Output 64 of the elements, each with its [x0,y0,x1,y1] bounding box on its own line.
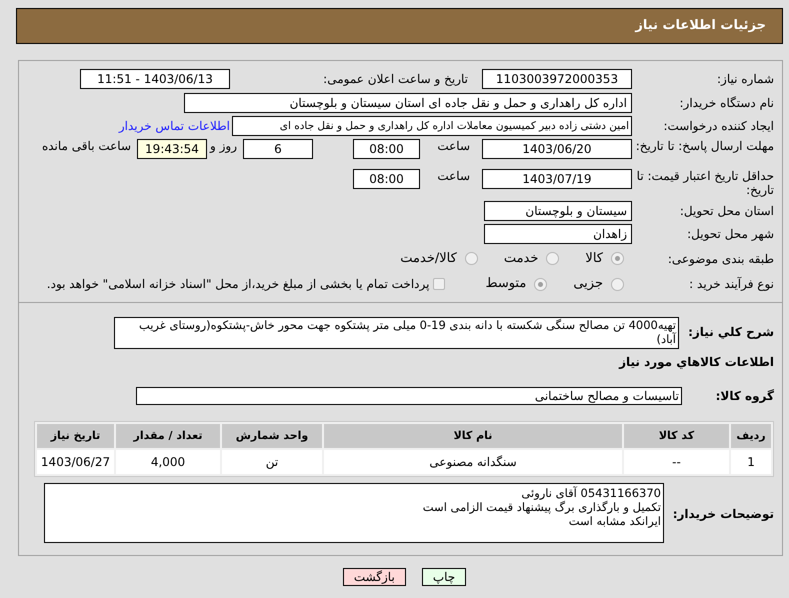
validity-time-field: 08:00 [353,169,420,189]
table-cell: تن [222,450,322,474]
description-field[interactable]: تهیه4000 تن مصالح سنگی شکسته با دانه بندی 19-0 میلی متر پشتکوه جهت محور خاش-پشتکوه(روستای غریب آباد) [114,317,679,349]
notes-line: تکمیل و بارگذاری برگ پیشنهاد قیمت الزامی است [422,500,661,514]
need-number-field: 1103003972000353 [482,69,632,89]
radio-button[interactable] [611,278,624,290]
field-label: توضیحات خریدار: [672,506,774,523]
radio-button[interactable] [611,252,624,265]
table-cell: 1 [731,450,771,474]
buyer-org-field: اداره کل راهداری و حمل و نقل جاده ای استان سیستان و بلوچستان [184,93,632,113]
column-header: واحد شمارش [222,424,322,448]
field-label: ساعت باقی مانده [42,139,131,153]
payment-text: پرداخت تمام یا بخشی از مبلغ خرید،از محل "اسناد خزانه اسلامی" خواهد بود. [46,276,430,293]
contact-link[interactable]: اطلاعات تماس خریدار [118,117,230,135]
field-label: حداقل تاریخ اعتبار قیمت: تا تاریخ: [636,169,774,197]
field-label: مهلت ارسال پاسخ: تا تاریخ: [634,139,774,153]
table-cell: 4,000 [116,450,220,474]
city-field: زاهدان [484,224,632,244]
field-label: نوع فرآیند خرید : [688,277,774,291]
days-field: 6 [243,139,313,159]
validity-date-field: 1403/07/19 [482,169,632,189]
payment-checkbox[interactable] [433,278,446,290]
radio-button[interactable] [464,252,478,265]
column-header: نام کالا [324,424,622,448]
table-cell: 1403/06/27 [37,450,114,474]
requester-field: امین دشتی زاده دبیر کمیسیون معاملات اداره کل راهداری و حمل و نقل جاده ای [232,116,632,136]
field-label: ایجاد کننده درخواست: [662,119,774,133]
radio-label: متوسط [485,275,526,294]
field-label: ساعت [436,169,470,183]
column-header: تاریخ نیاز [37,424,114,448]
print-button[interactable]: چاپ [422,568,466,586]
deadline-date-field: 1403/06/20 [482,139,632,159]
table-cell: -- [624,450,729,474]
radio-label: کالا [585,250,603,268]
field-label: روز و [208,139,237,153]
section-title: اطلاعات کالاهاي مورد نياز [618,354,774,371]
announce-date-field: 1403/06/13 - 11:51 [80,69,230,89]
province-field: سیستان و بلوچستان [484,201,632,221]
table-cell: سنگدانه مصنوعی [324,450,622,474]
column-header: ردیف [731,424,771,448]
notes-line: 05431166370 آقای ناروئی [520,486,661,500]
field-label: ساعت [436,139,470,153]
field-label: استان محل تحویل: [678,204,774,218]
buyer-notes-field[interactable]: 05431166370 آقای ناروئی تکمیل و بارگذاری برگ پیشنهاد قیمت الزامی است ایرانکد مشابه است [44,483,664,543]
radio-button[interactable] [546,252,560,265]
remaining-time-field: 19:43:54 [137,139,207,159]
radio-label: خدمت [504,250,538,268]
column-header: تعداد / مقدار [116,424,220,448]
page-title: جزئیات اطلاعات نیاز [635,17,766,36]
deadline-time-field: 08:00 [353,139,420,159]
radio-label: کالا/خدمت [400,250,457,268]
field-label: گروه کالا: [714,388,774,405]
goods-group-field: تاسیسات و مصالح ساختمانی [136,387,682,405]
radio-button[interactable] [534,278,548,290]
radio-label: جزیی [573,275,603,294]
column-header: کد کالا [624,424,729,448]
field-label: طبقه بندی موضوعی: [666,252,774,266]
field-label: شهر محل تحویل: [686,227,774,241]
field-label: شماره نیاز: [716,72,774,86]
field-label: نام دستگاه خریدار: [678,96,774,110]
back-button[interactable]: بازگشت [342,568,406,586]
field-label: تاریخ و ساعت اعلان عمومی: [322,72,468,86]
notes-line: ایرانکد مشابه است [568,514,661,528]
field-label: شرح کلي نياز: [687,324,774,341]
